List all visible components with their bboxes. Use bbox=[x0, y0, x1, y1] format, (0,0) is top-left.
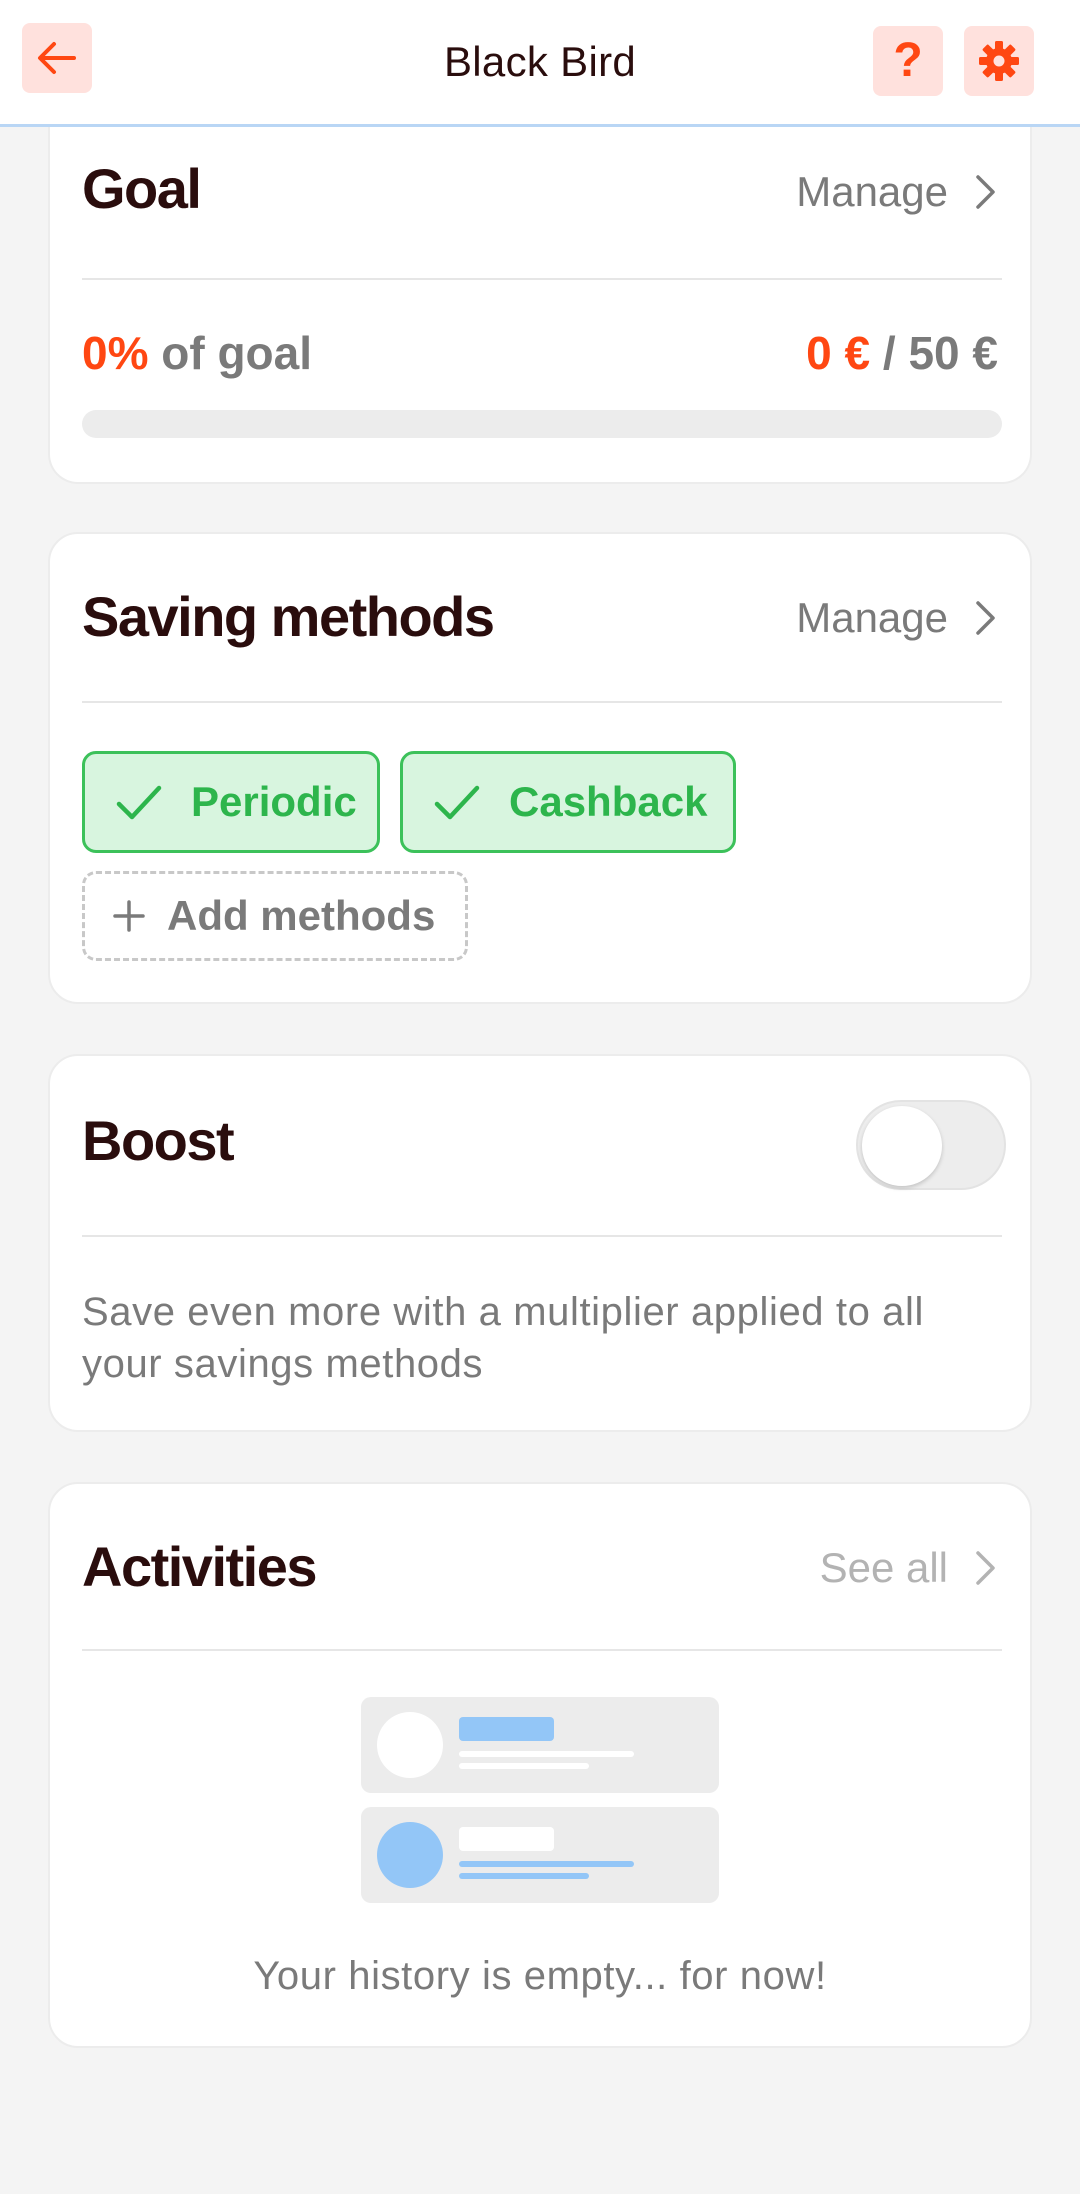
gear-icon bbox=[979, 41, 1019, 81]
goal-manage-link[interactable]: Manage bbox=[796, 168, 1000, 216]
goal-target-amount: 50 € bbox=[908, 327, 998, 379]
method-chip-periodic[interactable]: Periodic bbox=[82, 751, 380, 853]
settings-button[interactable] bbox=[964, 26, 1034, 96]
boost-toggle[interactable] bbox=[856, 1100, 1006, 1190]
chevron-right-icon bbox=[976, 175, 995, 209]
checkmark-icon bbox=[116, 785, 162, 820]
help-button[interactable]: ? bbox=[873, 26, 943, 96]
goal-percent-suffix: of goal bbox=[148, 327, 313, 379]
goal-amount: 0 € / 50 € bbox=[806, 326, 998, 380]
boost-card: Boost Save even more with a multiplier a… bbox=[48, 1054, 1032, 1432]
divider bbox=[82, 278, 1002, 280]
question-icon: ? bbox=[893, 34, 923, 87]
empty-history-illustration bbox=[361, 1697, 719, 1903]
method-label: Cashback bbox=[509, 778, 708, 825]
divider bbox=[82, 1649, 1002, 1651]
toggle-knob bbox=[862, 1106, 942, 1186]
checkmark-icon bbox=[434, 785, 480, 820]
plus-icon bbox=[113, 900, 145, 932]
add-methods-button[interactable]: Add methods bbox=[82, 871, 468, 961]
app-header: Black Bird ? bbox=[0, 0, 1080, 127]
method-label: Periodic bbox=[191, 778, 357, 825]
empty-history-text: Your history is empty... for now! bbox=[253, 1954, 827, 1998]
manage-label: Manage bbox=[796, 168, 948, 215]
goal-amount-separator: / bbox=[870, 327, 909, 379]
goal-card: Goal Manage 0% of goal 0 € / 50 € bbox=[48, 112, 1032, 484]
boost-title: Boost bbox=[82, 1109, 235, 1172]
activities-card: Activities See all Your history is empty… bbox=[48, 1482, 1032, 2048]
see-all-label: See all bbox=[819, 1544, 948, 1591]
divider bbox=[82, 1235, 1002, 1237]
chevron-right-icon bbox=[976, 1551, 995, 1585]
goal-current-amount: 0 € bbox=[806, 327, 871, 379]
chevron-right-icon bbox=[976, 601, 995, 635]
method-chip-cashback[interactable]: Cashback bbox=[400, 751, 736, 853]
add-methods-label: Add methods bbox=[167, 892, 436, 939]
goal-percent-value: 0% bbox=[82, 327, 149, 379]
activities-title: Activities bbox=[82, 1535, 318, 1598]
saving-methods-manage-link[interactable]: Manage bbox=[796, 594, 1000, 642]
saving-methods-card: Saving methods Manage Periodic Cashback … bbox=[48, 532, 1032, 1004]
boost-description: Save even more with a multiplier applied… bbox=[82, 1290, 924, 1386]
manage-label: Manage bbox=[796, 594, 948, 641]
see-all-link[interactable]: See all bbox=[820, 1544, 1000, 1592]
divider bbox=[82, 701, 1002, 703]
saving-methods-title: Saving methods bbox=[82, 585, 495, 648]
goal-percent: 0% of goal bbox=[82, 326, 312, 380]
goal-title: Goal bbox=[82, 157, 202, 220]
goal-progress-bar bbox=[82, 410, 1002, 438]
